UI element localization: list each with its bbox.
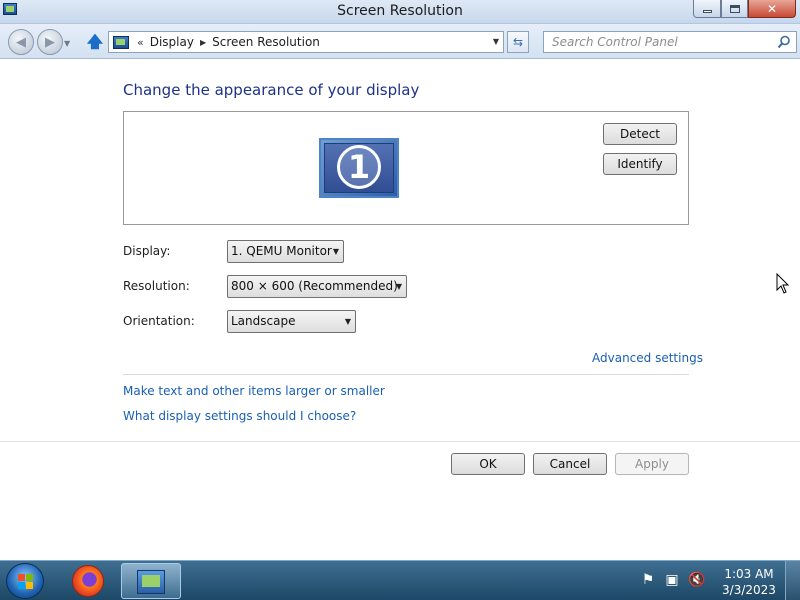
- clock[interactable]: 1:03 AM 3/3/2023: [720, 566, 778, 598]
- volume-muted-icon[interactable]: 🔇: [688, 572, 705, 588]
- apply-button[interactable]: Apply: [615, 453, 689, 475]
- divider: [123, 374, 689, 375]
- recent-pages-dropdown[interactable]: ▼: [64, 39, 70, 48]
- address-bar[interactable]: « Display ▶ Screen Resolution ▼: [108, 31, 504, 53]
- control-panel-icon: [137, 570, 165, 594]
- text-size-link[interactable]: Make text and other items larger or smal…: [123, 384, 385, 398]
- taskbar: ⚑ ▣ 🔇 1:03 AM 3/3/2023: [0, 560, 800, 600]
- clock-date: 3/3/2023: [722, 583, 776, 597]
- navigation-bar: ◀ ▶ ▼ 🡅 « Display ▶ Screen Resolution ▼ …: [0, 24, 800, 59]
- forward-arrow-icon: ▶: [45, 34, 55, 50]
- breadcrumb-screen-resolution[interactable]: Screen Resolution: [212, 35, 320, 49]
- back-arrow-icon: ◀: [16, 34, 26, 50]
- refresh-button[interactable]: ⇆: [507, 31, 529, 53]
- close-icon: ✕: [766, 1, 778, 16]
- footer-divider: [0, 441, 800, 442]
- back-button[interactable]: ◀: [8, 29, 34, 55]
- flag-quadrant: [26, 574, 33, 581]
- title-bar: Screen Resolution ✕: [0, 0, 800, 24]
- taskbar-control-panel-button[interactable]: [121, 563, 181, 599]
- start-orb-icon: [18, 574, 33, 589]
- window-title: Screen Resolution: [337, 3, 463, 19]
- orientation-label: Orientation:: [123, 314, 195, 328]
- advanced-settings-link[interactable]: Advanced settings: [592, 351, 703, 365]
- chevron-down-icon: ▼: [395, 282, 402, 291]
- close-button[interactable]: ✕: [748, 0, 796, 18]
- network-icon[interactable]: ▣: [664, 572, 680, 588]
- refresh-icon: ⇆: [512, 35, 524, 49]
- resolution-label: Resolution:: [123, 279, 190, 293]
- breadcrumb-display[interactable]: Display: [150, 35, 194, 49]
- show-desktop-button[interactable]: [785, 561, 800, 600]
- display-select-value: 1. QEMU Monitor: [231, 244, 332, 258]
- maximize-button[interactable]: [721, 0, 748, 18]
- action-center-flag-icon[interactable]: ⚑: [640, 572, 656, 588]
- detect-button[interactable]: Detect: [603, 123, 677, 145]
- display-label: Display:: [123, 244, 171, 258]
- search-box[interactable]: [543, 31, 797, 53]
- display-help-link[interactable]: What display settings should I choose?: [123, 409, 356, 423]
- chevron-down-icon: ▼: [332, 247, 339, 256]
- flag-quadrant: [18, 582, 25, 589]
- system-tray: ⚑ ▣ 🔇: [640, 572, 706, 588]
- orientation-select-value: Landscape: [231, 314, 296, 328]
- monitor-number: 1: [337, 145, 381, 189]
- breadcrumb-overflow[interactable]: «: [137, 36, 144, 49]
- monitor-screen: 1: [324, 143, 394, 193]
- flag-quadrant: [18, 574, 25, 581]
- minimize-button[interactable]: [693, 0, 721, 18]
- firefox-icon[interactable]: [72, 565, 104, 597]
- orientation-select[interactable]: Landscape ▼: [227, 310, 356, 333]
- search-input[interactable]: [544, 32, 764, 52]
- main-content: Change the appearance of your display 1 …: [0, 60, 800, 560]
- mouse-cursor-icon: [776, 273, 790, 294]
- maximize-icon: [729, 4, 740, 13]
- cancel-button[interactable]: Cancel: [533, 453, 607, 475]
- display-preview-panel: 1 Detect Identify: [123, 111, 689, 225]
- breadcrumb-chevron-icon[interactable]: ▶: [200, 38, 206, 47]
- start-button[interactable]: [6, 563, 44, 599]
- minimize-icon: [702, 10, 712, 13]
- flag-quadrant: [26, 582, 33, 589]
- control-panel-icon: [113, 35, 129, 49]
- up-arrow-icon[interactable]: 🡅: [86, 33, 104, 51]
- address-dropdown-icon[interactable]: ▼: [493, 37, 499, 46]
- chevron-down-icon: ▼: [344, 317, 351, 326]
- clock-time: 1:03 AM: [724, 567, 774, 581]
- resolution-select-value: 800 × 600 (Recommended): [231, 279, 398, 293]
- forward-button[interactable]: ▶: [37, 29, 63, 55]
- identify-button[interactable]: Identify: [603, 153, 677, 175]
- resolution-select[interactable]: 800 × 600 (Recommended) ▼: [227, 275, 407, 298]
- monitor-icon[interactable]: 1: [319, 138, 399, 198]
- search-icon[interactable]: [777, 35, 791, 49]
- ok-button[interactable]: OK: [451, 453, 525, 475]
- display-select[interactable]: 1. QEMU Monitor ▼: [227, 240, 344, 263]
- page-heading: Change the appearance of your display: [123, 81, 420, 99]
